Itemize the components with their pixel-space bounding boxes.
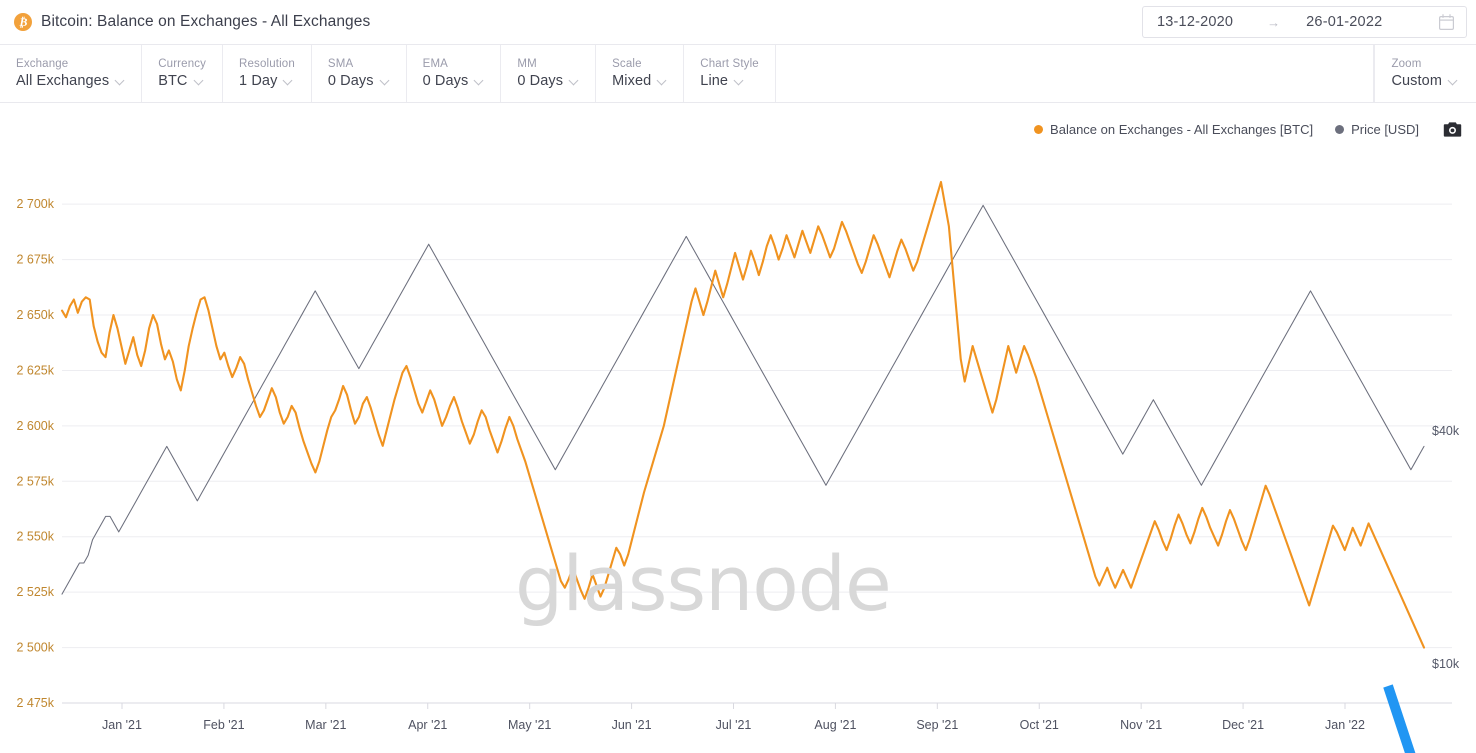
dropdown-scale-label: Scale	[612, 58, 642, 70]
dropdown-ema-value: 0 Days	[422, 73, 469, 89]
chart-legend: Balance on Exchanges - All Exchanges [BT…	[0, 115, 1476, 143]
dropdown-resolution-label: Resolution	[239, 58, 295, 70]
y-axis-tick-label: 2 600k	[16, 419, 54, 433]
legend-color-dot-price	[1335, 124, 1345, 134]
glassnode-chart-page: ₿ Bitcoin: Balance on Exchanges - All Ex…	[0, 0, 1476, 753]
date-range-start[interactable]: 13-12-2020	[1143, 14, 1233, 30]
legend-label-balance: Balance on Exchanges - All Exchanges [BT…	[1050, 121, 1314, 137]
x-axis-tick-label: Feb '21	[203, 718, 244, 732]
x-axis-tick-label: Oct '21	[1020, 718, 1059, 732]
dropdown-currency[interactable]: Currency BTC	[142, 45, 224, 102]
legend-item-price[interactable]: Price [USD]	[1335, 122, 1419, 137]
dropdown-chart-style-label: Chart Style	[700, 58, 759, 70]
annotation-arrow	[1383, 684, 1416, 753]
chevron-down-icon	[116, 77, 125, 86]
date-range-picker[interactable]: 13-12-2020 → 26-01-2022	[1142, 6, 1467, 38]
price-series-line	[61, 204, 1425, 595]
x-axis-tick-label: May '21	[508, 718, 551, 732]
dropdown-sma-label: SMA	[327, 58, 354, 70]
chart-plot-svg: 2 700k 2 675k 2 650k 2 625k 2 600k 2 575k 2 55…	[16, 180, 1460, 753]
toolbar-spacer	[776, 45, 1375, 102]
x-axis-tick-label: Dec '21	[1222, 718, 1264, 732]
y-axis-tick-label: 2 700k	[16, 197, 54, 211]
y-axis-tick-label: 2 500k	[16, 641, 54, 655]
balance-series-line	[60, 180, 1426, 649]
y-axis-tick-label: 2 575k	[16, 474, 54, 488]
dropdown-zoom-value: Custom	[1391, 73, 1442, 89]
calendar-icon[interactable]	[1439, 14, 1454, 30]
dropdown-resolution-value: 1 Day	[239, 73, 278, 89]
dropdown-zoom-label: Zoom	[1391, 58, 1422, 70]
dropdown-zoom[interactable]: Zoom Custom	[1374, 45, 1476, 102]
y-axis-tick-label: 2 675k	[16, 253, 54, 267]
x-axis-tick-label: Apr '21	[408, 718, 447, 732]
page-title: Bitcoin: Balance on Exchanges - All Exch…	[41, 13, 371, 30]
chevron-down-icon	[735, 77, 744, 86]
legend-item-balance[interactable]: Balance on Exchanges - All Exchanges [BT…	[1034, 122, 1313, 137]
dropdown-resolution[interactable]: Resolution 1 Day	[223, 45, 312, 102]
dropdown-mm[interactable]: MM 0 Days	[501, 45, 597, 102]
date-range-end[interactable]: 26-01-2022	[1306, 14, 1382, 30]
dropdown-currency-label: Currency	[158, 58, 207, 70]
chart-toolbar: Exchange All Exchanges Currency BTC Reso…	[0, 45, 1476, 103]
y-axis-tick-label: 2 475k	[16, 696, 54, 710]
chart-canvas[interactable]: 2 700k 2 675k 2 650k 2 625k 2 600k 2 575k 2 55…	[0, 150, 1476, 753]
y2-axis-tick-label: $10k	[1432, 657, 1460, 671]
y-axis-tick-label: 2 525k	[16, 585, 54, 599]
camera-icon[interactable]	[1443, 121, 1462, 138]
dropdown-mm-value: 0 Days	[517, 73, 564, 89]
chart-gridlines	[62, 203, 1452, 704]
title-area: ₿ Bitcoin: Balance on Exchanges - All Ex…	[0, 13, 370, 31]
chevron-down-icon	[284, 77, 293, 86]
dropdown-sma[interactable]: SMA 0 Days	[312, 45, 407, 102]
x-axis-tick-label: Jun '21	[612, 718, 652, 732]
dropdown-mm-label: MM	[517, 58, 537, 70]
dropdown-chart-style-value: Line	[700, 73, 729, 89]
y-axis-tick-label: 2 650k	[16, 308, 54, 322]
legend-color-dot-balance	[1034, 124, 1044, 134]
x-axis-tick-label: Aug '21	[814, 718, 856, 732]
dropdown-chart-style[interactable]: Chart Style Line	[684, 45, 776, 102]
dropdown-sma-value: 0 Days	[327, 73, 374, 89]
chevron-down-icon	[381, 77, 390, 86]
dropdown-ema[interactable]: EMA 0 Days	[407, 45, 502, 102]
dropdown-exchange-value: All Exchanges	[16, 73, 110, 89]
x-axis-tick-label: Jul '21	[716, 718, 752, 732]
x-axis-tick-label: Jan '22	[1325, 718, 1365, 732]
legend-label-price: Price [USD]	[1351, 121, 1419, 137]
y-axis-tick-label: 2 625k	[16, 363, 54, 377]
x-axis-tick-label: Jan '21	[102, 718, 142, 732]
y2-axis-tick-label: $40k	[1432, 424, 1460, 438]
dropdown-exchange-label: Exchange	[16, 58, 69, 70]
chart-x-axis-ticks: Jan '21 Feb '21 Mar '21 Apr '21 May '21 Jun '…	[102, 703, 1365, 732]
date-range-arrow-icon: →	[1267, 14, 1281, 30]
chart-y-axis-left-ticks: 2 700k 2 675k 2 650k 2 625k 2 600k 2 575k 2 55…	[16, 197, 54, 710]
dropdown-ema-label: EMA	[422, 58, 448, 70]
chevron-down-icon	[570, 77, 579, 86]
dropdown-currency-value: BTC	[158, 73, 188, 89]
chevron-down-icon	[475, 77, 484, 86]
x-axis-tick-label: Mar '21	[305, 718, 346, 732]
y-axis-tick-label: 2 550k	[16, 530, 54, 544]
bitcoin-icon: ₿	[14, 13, 32, 31]
chart-y-axis-right-ticks: $40k $10k	[1432, 424, 1460, 671]
chevron-down-icon	[658, 77, 667, 86]
dropdown-exchange[interactable]: Exchange All Exchanges	[0, 45, 143, 102]
dropdown-scale-value: Mixed	[612, 73, 652, 89]
chevron-down-icon	[195, 77, 204, 86]
x-axis-tick-label: Nov '21	[1120, 718, 1162, 732]
chevron-down-icon	[1449, 77, 1458, 86]
x-axis-tick-label: Sep '21	[916, 718, 958, 732]
dropdown-scale[interactable]: Scale Mixed	[596, 45, 685, 102]
page-header: ₿ Bitcoin: Balance on Exchanges - All Ex…	[0, 0, 1476, 45]
